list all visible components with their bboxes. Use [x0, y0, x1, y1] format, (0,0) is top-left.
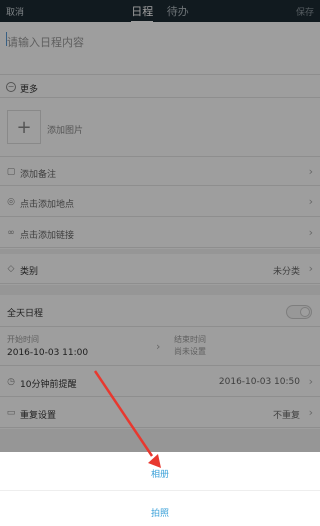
album-option[interactable]: 相册 [0, 467, 320, 480]
image-source-sheet: 相册 拍照 [0, 452, 320, 526]
sheet-divider [0, 490, 320, 491]
camera-option[interactable]: 拍照 [0, 506, 320, 519]
modal-overlay[interactable] [0, 0, 320, 452]
